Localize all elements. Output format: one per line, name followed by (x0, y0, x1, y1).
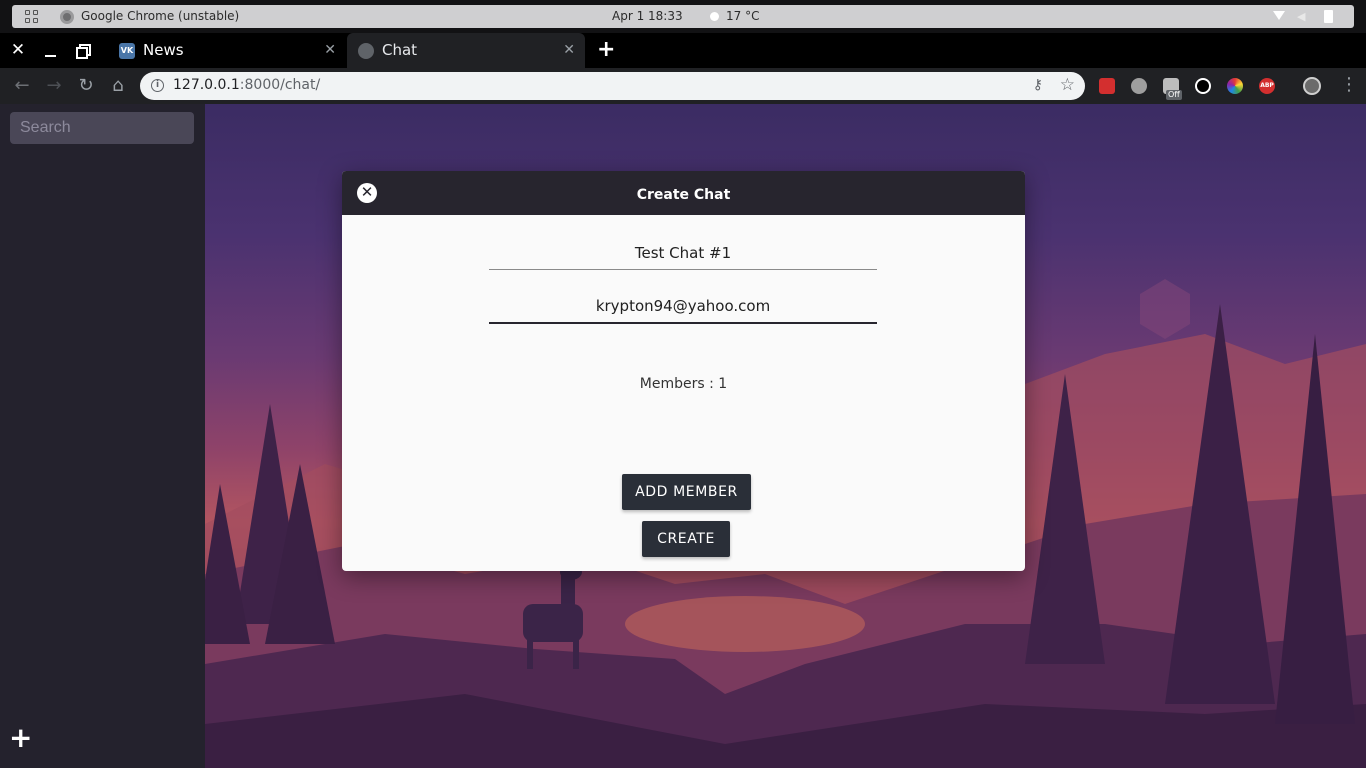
globe-icon (358, 43, 374, 59)
os-top-bar: Google Chrome (unstable) Apr 1 18:33 17 … (0, 0, 1366, 33)
url-host: 127.0.0.1 (173, 77, 240, 93)
url-text[interactable]: 127.0.0.1:8000/chat/ (173, 77, 320, 93)
home-icon[interactable]: ⌂ (108, 75, 128, 97)
create-chat-dialog: ✕ Create Chat Members : 1 ADD MEMBER CRE… (342, 171, 1025, 571)
window-minimize-icon[interactable] (44, 41, 58, 59)
search-input[interactable] (10, 112, 194, 144)
chat-sidebar: + (0, 104, 205, 768)
chrome-icon (60, 10, 74, 24)
extension-color-picker-icon[interactable] (1227, 78, 1243, 94)
weather-temperature[interactable]: 17 °C (726, 9, 759, 23)
window-close-icon[interactable]: ✕ (9, 41, 27, 59)
back-arrow-icon[interactable]: ← (12, 75, 32, 97)
window-restore-icon[interactable] (76, 44, 91, 59)
tab-strip: ✕ VK News ✕ Chat ✕ + (0, 33, 1366, 68)
weather-icon (710, 12, 719, 21)
profile-avatar[interactable] (1303, 77, 1321, 95)
add-chat-button[interactable]: + (9, 724, 32, 752)
extension-gnome-icon[interactable] (1195, 78, 1211, 94)
browser-toolbar: ← → ↻ ⌂ i 127.0.0.1:8000/chat/ ⚷ ☆ Off A… (0, 68, 1366, 104)
active-app-title[interactable]: Google Chrome (unstable) (81, 9, 239, 23)
address-bar[interactable]: i 127.0.0.1:8000/chat/ ⚷ ☆ (140, 72, 1085, 100)
info-icon[interactable]: i (151, 79, 164, 92)
vk-icon: VK (119, 43, 135, 59)
add-member-button[interactable]: ADD MEMBER (622, 474, 751, 510)
dialog-title: Create Chat (636, 187, 731, 203)
adblock-icon[interactable]: ABP (1259, 78, 1275, 94)
clock[interactable]: Apr 1 18:33 (612, 9, 683, 23)
os-panel: Google Chrome (unstable) Apr 1 18:33 17 … (12, 5, 1354, 28)
close-icon[interactable]: ✕ (563, 42, 575, 58)
chat-name-input[interactable] (489, 236, 877, 270)
extension-off-badge: Off (1166, 90, 1182, 100)
extension-red-icon[interactable] (1099, 78, 1115, 94)
extension-m-icon[interactable] (1131, 78, 1147, 94)
star-icon[interactable]: ☆ (1060, 75, 1075, 95)
url-path: :8000/chat/ (239, 77, 321, 93)
new-tab-button[interactable]: + (597, 39, 615, 61)
tab-title: Chat (382, 41, 418, 59)
member-email-input[interactable] (489, 290, 877, 324)
tab-news[interactable]: VK News ✕ (108, 33, 346, 68)
dialog-header: ✕ Create Chat (342, 171, 1025, 215)
menu-dots-icon[interactable]: ⋮ (1340, 74, 1358, 96)
tab-chat[interactable]: Chat ✕ (347, 33, 585, 68)
create-button[interactable]: CREATE (642, 521, 730, 557)
battery-icon[interactable] (1324, 10, 1333, 23)
wifi-icon[interactable] (1273, 11, 1285, 20)
forward-arrow-icon[interactable]: → (44, 75, 64, 97)
apps-grid-icon[interactable] (25, 10, 39, 24)
tab-title: News (143, 41, 184, 59)
members-count: Members : 1 (639, 376, 728, 392)
reload-icon[interactable]: ↻ (76, 75, 96, 97)
close-icon[interactable]: ✕ (324, 42, 336, 58)
volume-icon[interactable]: ◀ (1297, 10, 1305, 23)
key-icon[interactable]: ⚷ (1033, 77, 1043, 93)
